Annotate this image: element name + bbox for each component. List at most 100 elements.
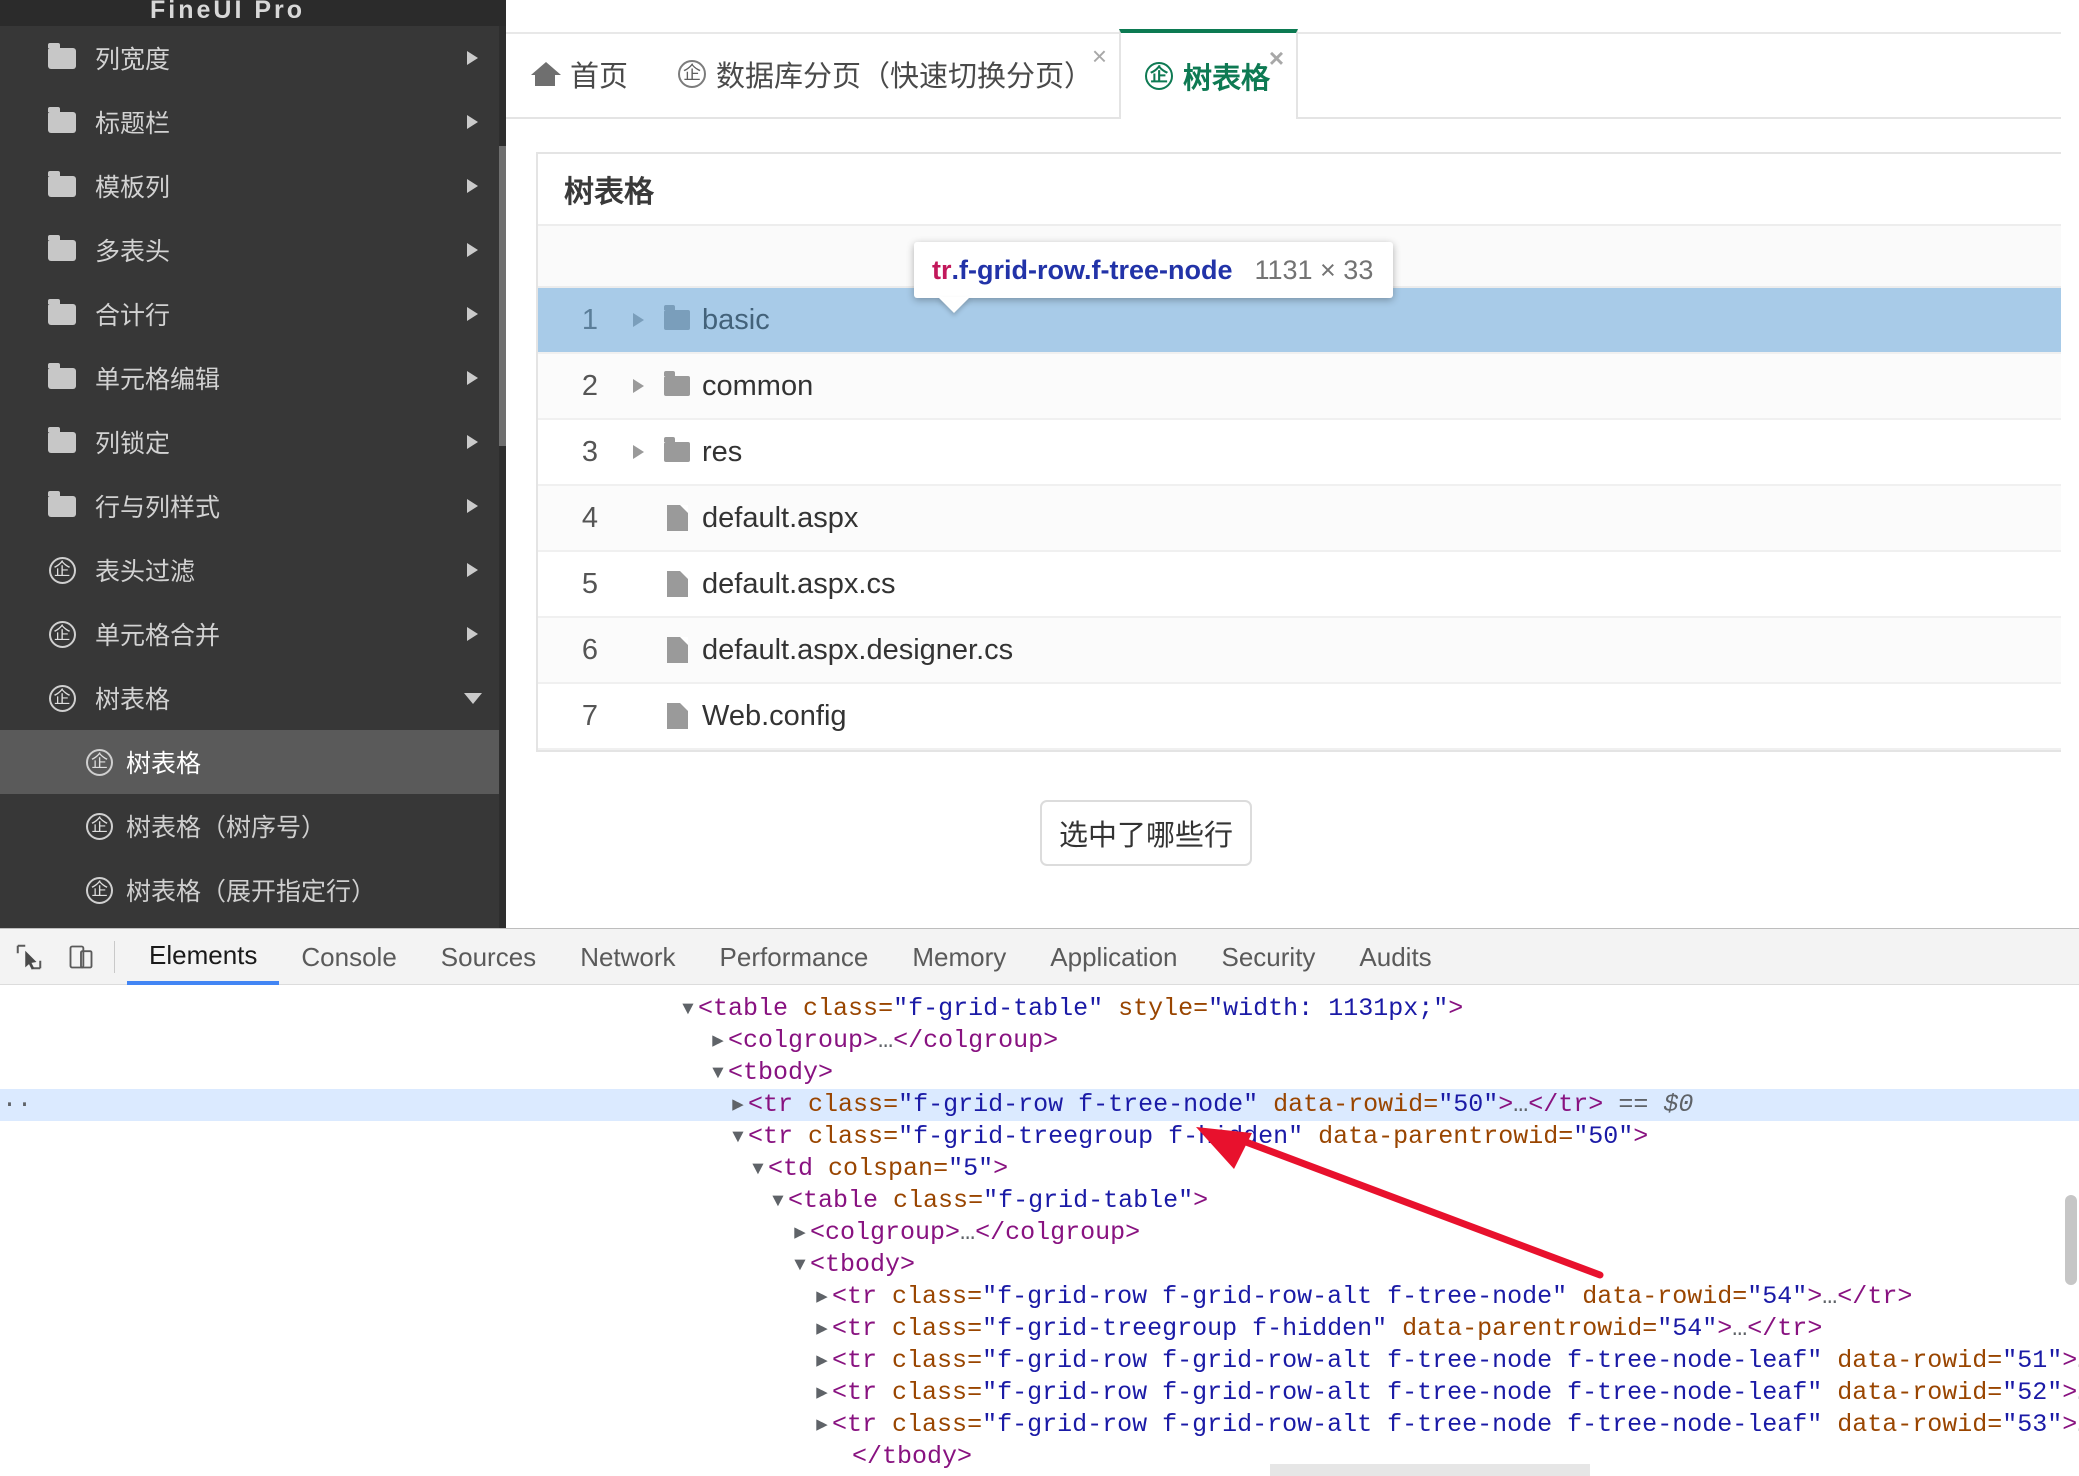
dom-tree-line[interactable]: ▶ <tr class="f-grid-row f-grid-row-alt f-… <box>0 1345 2079 1377</box>
dom-tree-line[interactable]: ▶ <colgroup>…</colgroup> <box>0 1217 2079 1249</box>
triangle-right-icon[interactable]: ▶ <box>812 1313 832 1345</box>
triangle-down-icon[interactable]: ▼ <box>708 1057 728 1089</box>
dom-tree-line[interactable]: ▶ <tr class="f-grid-row f-grid-row-alt f-… <box>0 1281 2079 1313</box>
dom-tree-line-code: <td colspan="5"> <box>768 1154 1009 1183</box>
triangle-right-icon[interactable]: ▶ <box>812 1345 832 1377</box>
chevron-right-icon[interactable] <box>467 371 478 385</box>
sidebar-item-9[interactable]: 企单元格合并 <box>0 602 506 666</box>
sidebar-subitem-2[interactable]: 企树表格（展开指定行） <box>0 858 506 922</box>
triangle-down-icon[interactable]: ▼ <box>678 993 698 1025</box>
triangle-down-icon[interactable]: ▼ <box>790 1249 810 1281</box>
dom-tree-line[interactable]: ▶ <colgroup>…</colgroup> <box>0 1025 2079 1057</box>
folder-glyph <box>664 371 690 396</box>
chevron-right-icon[interactable] <box>467 243 478 257</box>
chevron-down-icon[interactable] <box>464 692 482 704</box>
sidebar-subitem-0[interactable]: 企树表格 <box>0 730 506 794</box>
devtools-tab-network[interactable]: Network <box>558 930 697 985</box>
triangle-right-icon[interactable]: ▶ <box>812 1409 832 1441</box>
sidebar-item-1[interactable]: 标题栏 <box>0 90 506 154</box>
tab-close-icon[interactable]: × <box>1269 45 1284 71</box>
tab-close-icon[interactable]: × <box>1092 43 1107 69</box>
dom-tree-line[interactable]: ▶ <tr class="f-grid-row f-grid-row-alt f-… <box>0 1409 2079 1441</box>
sidebar-scrollbar-thumb[interactable] <box>499 146 506 446</box>
triangle-right-icon[interactable]: ▶ <box>708 1025 728 1057</box>
row-expand-icon[interactable] <box>620 313 656 327</box>
table-row[interactable]: 4 default.aspx <box>538 486 2079 552</box>
chevron-right-icon[interactable] <box>632 313 644 327</box>
chevron-right-icon[interactable] <box>467 51 478 65</box>
page-vertical-scrollbar[interactable] <box>2061 0 2079 928</box>
devtools-tab-console[interactable]: Console <box>279 930 418 985</box>
triangle-right-icon[interactable]: ▶ <box>812 1281 832 1313</box>
devtools-tab-application[interactable]: Application <box>1028 930 1199 985</box>
dom-tree-line[interactable]: ▼ <tbody> <box>0 1057 2079 1089</box>
dom-tree-line[interactable]: ▶ <tr class="f-grid-row f-grid-row-alt f-… <box>0 1377 2079 1409</box>
chevron-right-icon[interactable] <box>467 627 478 641</box>
sidebar-item-4[interactable]: 合计行 <box>0 282 506 346</box>
devtools-tab-elements[interactable]: Elements <box>127 930 280 985</box>
dom-tree-line[interactable]: ▼ <tr class="f-grid-treegroup f-hidden" d… <box>0 1121 2079 1153</box>
triangle-down-icon[interactable]: ▼ <box>748 1153 768 1185</box>
chevron-right-icon[interactable] <box>632 445 644 459</box>
tab-1[interactable]: 企数据库分页（快速切换分页） × <box>654 31 1119 117</box>
sidebar-item-3[interactable]: 多表头 <box>0 218 506 282</box>
which-rows-selected-button[interactable]: 选中了哪些行 <box>1040 800 1252 866</box>
devtools-tab-security[interactable]: Security <box>1200 930 1338 985</box>
triangle-right-icon[interactable]: ▶ <box>790 1217 810 1249</box>
sidebar-item-7[interactable]: 行与列样式 <box>0 474 506 538</box>
devtools-bottom-bar <box>1270 1464 1590 1476</box>
tab-0[interactable]: 首页 <box>506 31 654 117</box>
triangle-down-icon[interactable]: ▼ <box>768 1185 788 1217</box>
sidebar-item-0[interactable]: 列宽度 <box>0 26 506 90</box>
dom-tree-line[interactable]: ▼ <td colspan="5"> <box>0 1153 2079 1185</box>
triangle-right-icon[interactable]: ▶ <box>812 1377 832 1409</box>
table-row[interactable]: 6 default.aspx.designer.cs <box>538 618 2079 684</box>
cursor-select-icon[interactable] <box>6 934 52 980</box>
row-number: 7 <box>581 699 598 732</box>
row-expand-icon[interactable] <box>620 379 656 393</box>
triangle-right-icon[interactable]: ▶ <box>728 1089 748 1121</box>
row-expand-icon[interactable] <box>620 445 656 459</box>
dom-tree-line[interactable]: ▶ <tr class="f-grid-row f-tree-node" data… <box>0 1089 2079 1121</box>
enterprise-glyph: 企 <box>48 620 76 648</box>
devtools-scrollbar-thumb[interactable] <box>2065 1195 2077 1285</box>
table-row[interactable]: 3 res <box>538 420 2079 486</box>
chevron-right-icon[interactable] <box>467 179 478 193</box>
table-row[interactable]: 2 common <box>538 354 2079 420</box>
chevron-right-icon[interactable] <box>632 379 644 393</box>
chevron-right-icon[interactable] <box>467 115 478 129</box>
devtools-tab-label: Elements <box>149 939 258 970</box>
table-row[interactable]: 7 Web.config <box>538 684 2079 750</box>
sidebar-item-5[interactable]: 单元格编辑 <box>0 346 506 410</box>
device-toggle-icon[interactable] <box>58 934 104 980</box>
dom-tree-line[interactable]: ▼ <table class="f-grid-table" style="widt… <box>0 993 2079 1025</box>
devtools-vertical-scrollbar[interactable] <box>2063 985 2079 1285</box>
home-glyph <box>530 60 561 88</box>
sidebar-subitem-1[interactable]: 企树表格（树序号） <box>0 794 506 858</box>
sidebar-item-2[interactable]: 模板列 <box>0 154 506 218</box>
enterprise-icon: 企 <box>44 683 80 713</box>
dom-tree-line[interactable]: ▼ <table class="f-grid-table"> <box>0 1185 2079 1217</box>
dom-tree-line[interactable]: ▶ <tr class="f-grid-treegroup f-hidden" d… <box>0 1313 2079 1345</box>
chevron-right-icon[interactable] <box>467 563 478 577</box>
chevron-right-icon[interactable] <box>467 307 478 321</box>
sidebar-item-label: 合计行 <box>95 302 171 330</box>
devtools-tab-sources[interactable]: Sources <box>419 930 558 985</box>
dom-tree-line[interactable]: </tbody> <box>0 1441 2079 1473</box>
devtools-tab-memory[interactable]: Memory <box>890 930 1028 985</box>
chevron-right-icon[interactable] <box>467 499 478 513</box>
dom-tree-view[interactable]: ▼ <table class="f-grid-table" style="widt… <box>0 985 2079 1475</box>
devtools-tab-audits[interactable]: Audits <box>1337 930 1453 985</box>
sidebar-scrollbar[interactable] <box>499 26 506 928</box>
table-row[interactable]: 5 default.aspx.cs <box>538 552 2079 618</box>
sidebar-item-6[interactable]: 列锁定 <box>0 410 506 474</box>
folder-glyph <box>48 234 76 261</box>
chevron-right-icon[interactable] <box>467 435 478 449</box>
devtools-tab-performance[interactable]: Performance <box>698 930 891 985</box>
sidebar-item-8[interactable]: 企表头过滤 <box>0 538 506 602</box>
sidebar-item-label: 单元格合并 <box>95 622 221 650</box>
dom-tree-line[interactable]: ▼ <tbody> <box>0 1249 2079 1281</box>
tab-2[interactable]: 企树表格 × <box>1119 29 1299 119</box>
triangle-down-icon[interactable]: ▼ <box>728 1121 748 1153</box>
sidebar-item-10[interactable]: 企树表格 <box>0 666 506 730</box>
